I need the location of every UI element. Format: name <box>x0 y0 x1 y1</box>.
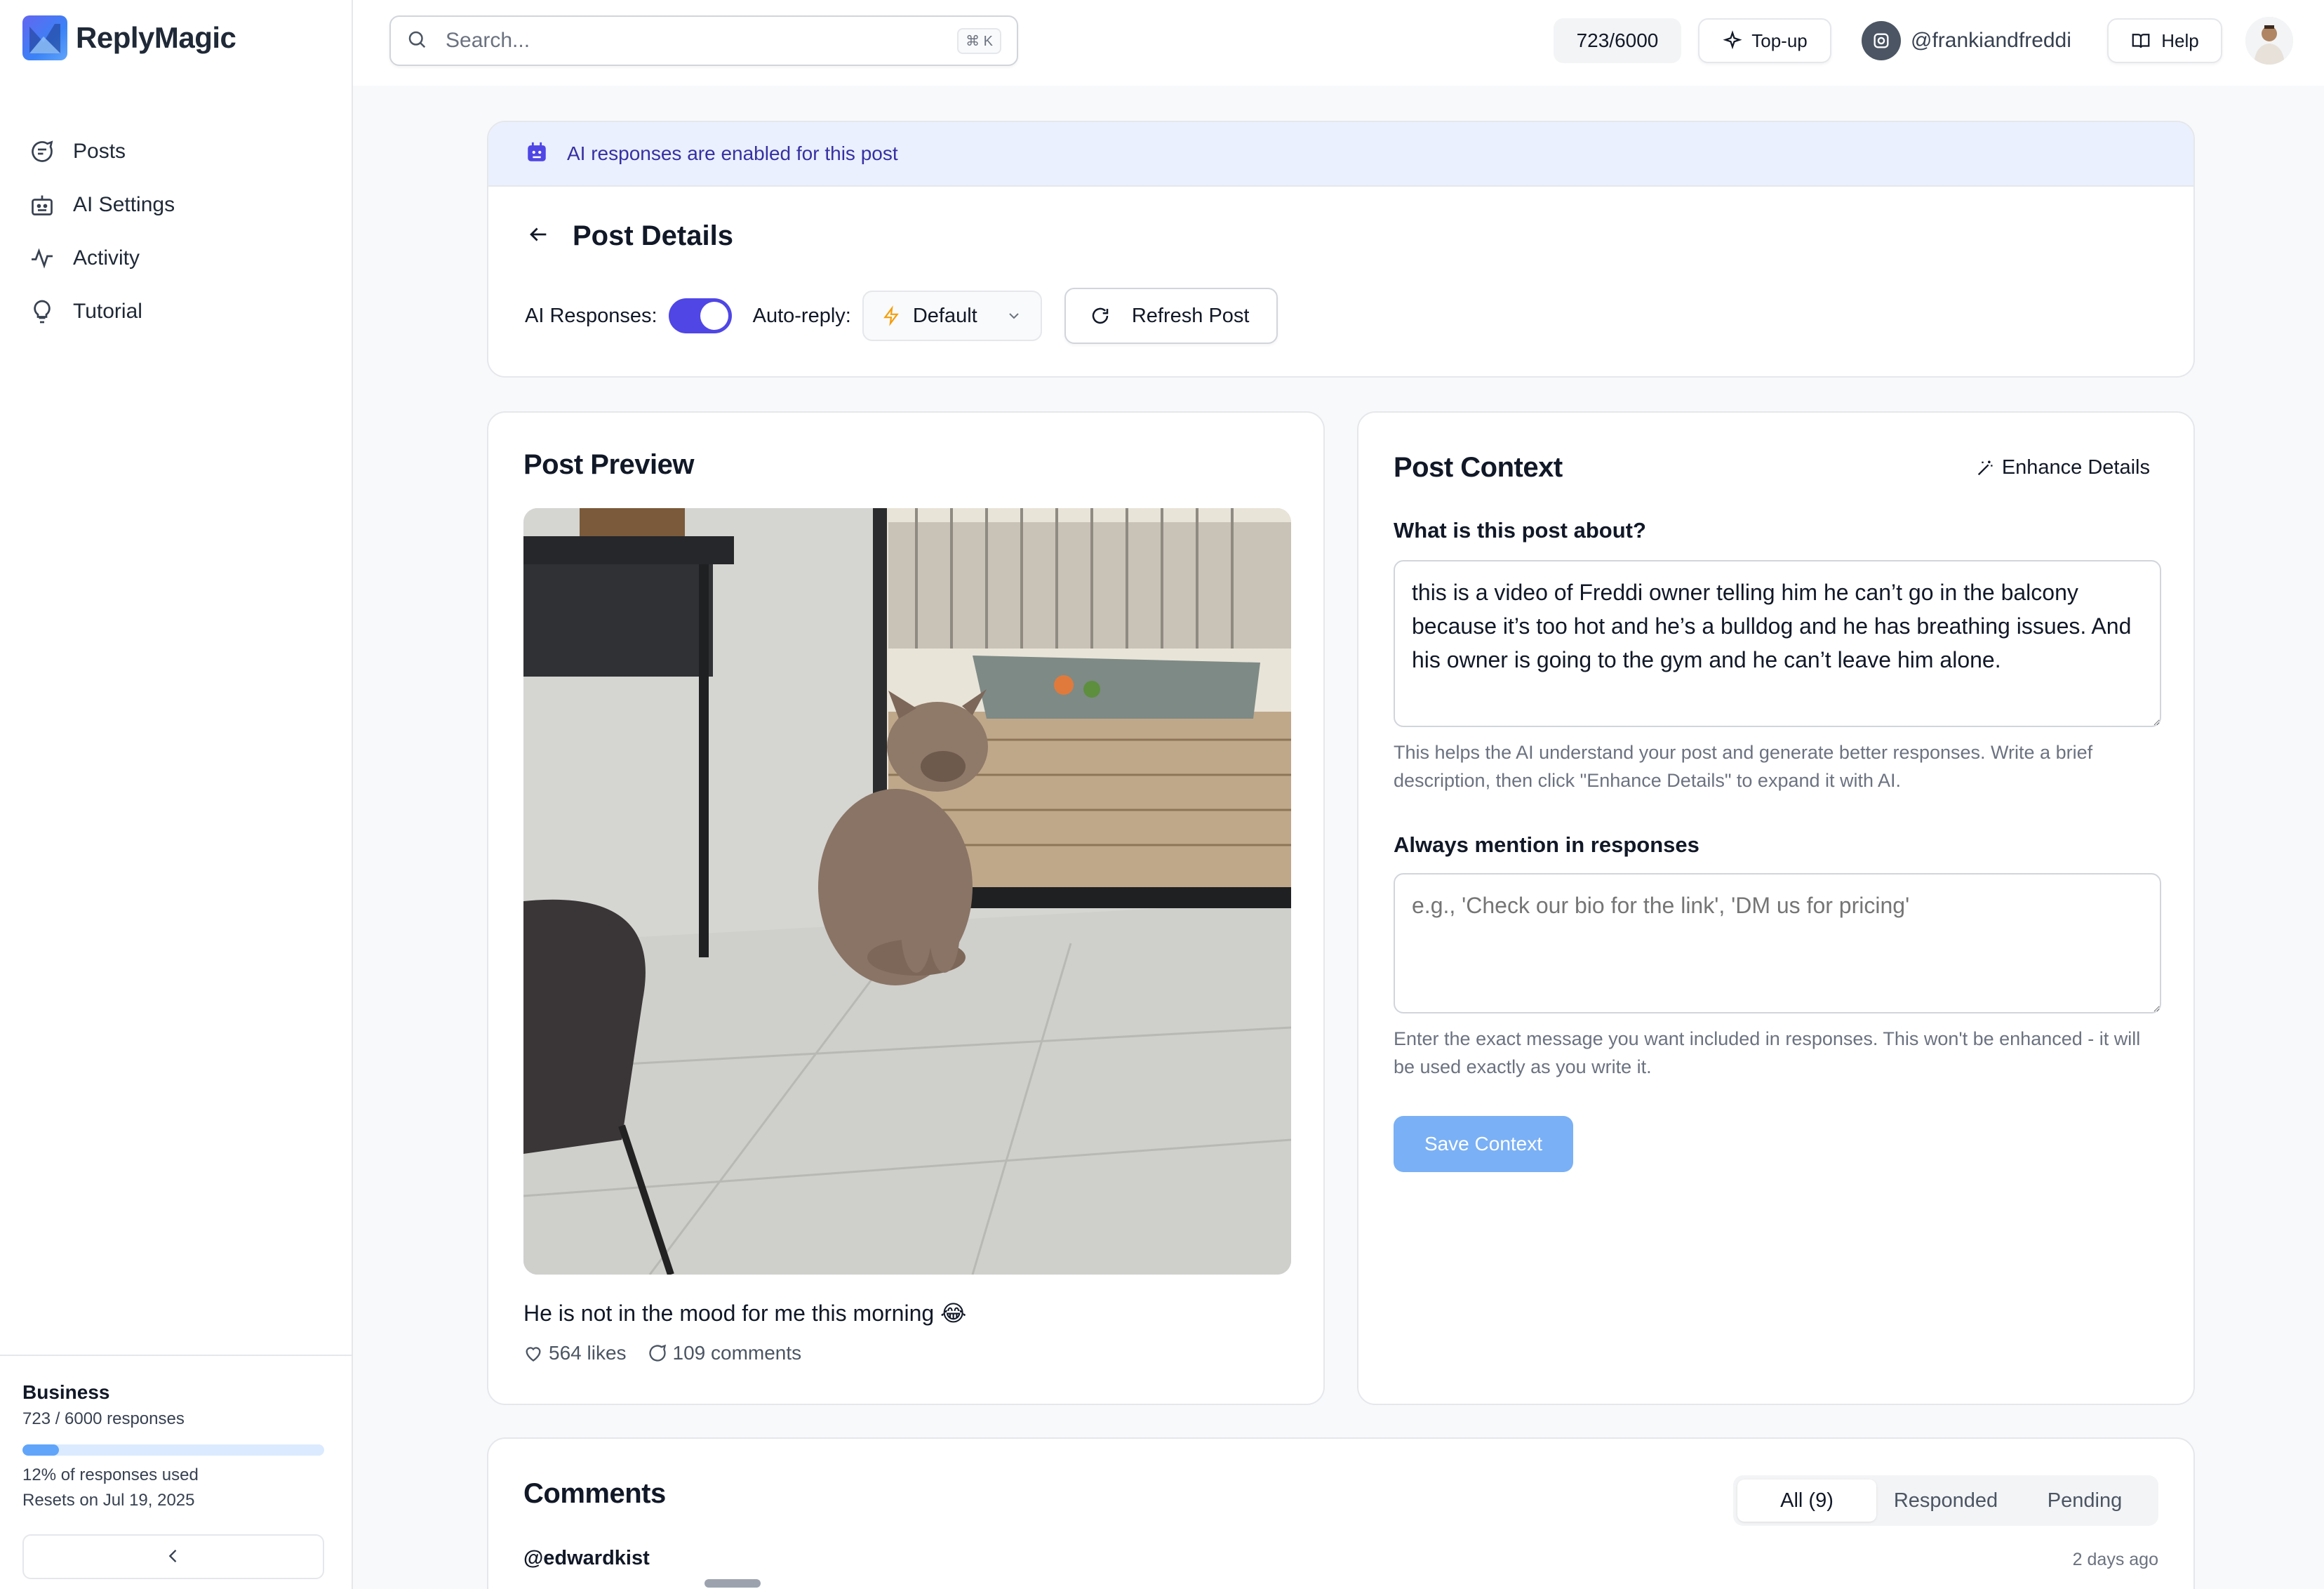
lightbulb-icon <box>28 298 56 326</box>
post-stats: 564 likes 109 comments <box>523 1342 801 1364</box>
sidebar-item-tutorial[interactable]: Tutorial <box>28 285 175 338</box>
about-label: What is this post about? <box>1394 518 1646 543</box>
post-context-title: Post Context <box>1394 452 1563 483</box>
usage-progress-bar <box>22 1444 324 1456</box>
collapse-sidebar-button[interactable] <box>22 1534 324 1579</box>
help-book-icon <box>2130 30 2151 51</box>
title-row: Post Details <box>526 220 733 252</box>
chevron-left-icon <box>163 1546 183 1568</box>
credits-counter: 723/6000 <box>1554 18 1681 63</box>
ai-responses-label: AI Responses: <box>525 304 657 327</box>
refresh-icon <box>1090 305 1111 326</box>
chevron-down-icon <box>1006 307 1022 324</box>
post-controls: AI Responses: Auto-reply: Default Refres… <box>525 288 1278 344</box>
replymagic-logo-icon <box>22 15 67 60</box>
search-icon <box>406 29 427 53</box>
search-box[interactable]: ⌘ K <box>389 15 1018 66</box>
sidebar-item-ai-settings[interactable]: AI Settings <box>28 178 175 232</box>
comments-title: Comments <box>523 1478 666 1509</box>
tab-pending[interactable]: Pending <box>2015 1480 2154 1522</box>
post-preview-card: Post Preview He is not in the mood for m… <box>487 411 1325 1405</box>
bot-icon <box>525 140 549 168</box>
auto-reply-value: Default <box>912 304 977 327</box>
account-handle: @frankiandfreddi <box>1911 29 2071 52</box>
ai-enabled-banner: AI responses are enabled for this post <box>488 122 2193 187</box>
comment-author[interactable]: @edwardkist <box>523 1547 650 1570</box>
comment-bubble-icon <box>648 1343 667 1363</box>
comments-count: 109 comments <box>672 1342 802 1364</box>
tab-responded[interactable]: Responded <box>1876 1480 2015 1522</box>
help-button[interactable]: Help <box>2107 18 2222 63</box>
enhance-details-button[interactable]: Enhance Details <box>1975 456 2150 479</box>
usage-percent-text: 12% of responses used <box>22 1465 199 1484</box>
message-circle-icon <box>28 138 56 166</box>
sidebar-item-label: Tutorial <box>73 300 142 323</box>
search-shortcut-hint: ⌘ K <box>957 27 1001 54</box>
post-context-card: Post Context Enhance Details What is thi… <box>1357 411 2195 1405</box>
save-context-button[interactable]: Save Context <box>1394 1116 1573 1172</box>
post-caption: He is not in the mood for me this mornin… <box>523 1301 967 1326</box>
activity-icon <box>28 244 56 272</box>
post-media-image[interactable] <box>523 508 1291 1275</box>
sidebar-nav: Posts AI Settings Activity Tutorial <box>28 125 175 338</box>
comments-card: Comments All (9) Responded Pending @edwa… <box>487 1437 2195 1589</box>
auto-reply-select[interactable]: Default <box>862 291 1042 341</box>
refresh-post-button[interactable]: Refresh Post <box>1064 288 1278 344</box>
account-switcher[interactable]: @frankiandfreddi <box>1862 18 2071 63</box>
about-hint: This helps the AI understand your post a… <box>1394 742 2093 791</box>
sidebar-item-label: Posts <box>73 140 126 163</box>
always-mention-textarea[interactable] <box>1394 873 2161 1013</box>
sparkle-icon <box>1722 30 1743 51</box>
usage-progress-fill <box>22 1444 59 1456</box>
scroll-handle[interactable] <box>704 1579 761 1588</box>
sidebar-item-label: AI Settings <box>73 193 175 216</box>
app-logo[interactable]: ReplyMagic <box>22 15 236 60</box>
ai-responses-toggle[interactable] <box>668 298 732 333</box>
heart-icon <box>523 1343 543 1363</box>
sidebar-item-activity[interactable]: Activity <box>28 232 175 285</box>
post-details-header: AI responses are enabled for this post P… <box>487 121 2195 378</box>
refresh-label: Refresh Post <box>1131 304 1250 327</box>
reset-date-text: Resets on Jul 19, 2025 <box>22 1491 195 1510</box>
comments-filter-tabs: All (9) Responded Pending <box>1733 1475 2158 1526</box>
mention-hint: Enter the exact message you want include… <box>1394 1028 2141 1077</box>
sidebar-item-posts[interactable]: Posts <box>28 125 175 178</box>
search-input[interactable] <box>446 29 958 53</box>
plan-name: Business <box>22 1381 110 1403</box>
magic-wand-icon <box>1975 458 1995 478</box>
comment-timestamp: 2 days ago <box>2072 1550 2158 1569</box>
tab-all[interactable]: All (9) <box>1737 1480 1876 1522</box>
mention-label: Always mention in responses <box>1394 832 1699 857</box>
page-title: Post Details <box>573 220 733 251</box>
app-name: ReplyMagic <box>76 21 236 54</box>
banner-text: AI responses are enabled for this post <box>567 142 898 164</box>
topup-label: Top-up <box>1751 29 1808 51</box>
sidebar: ReplyMagic Posts AI Settings Activity Tu… <box>0 0 353 1589</box>
sidebar-item-label: Activity <box>73 246 140 270</box>
back-arrow-icon[interactable] <box>526 222 550 250</box>
likes-count: 564 likes <box>549 1342 627 1364</box>
enhance-details-label: Enhance Details <box>2001 456 2150 479</box>
help-label: Help <box>2161 29 2199 51</box>
post-about-textarea[interactable]: this is a video of Freddi owner telling … <box>1394 560 2161 727</box>
user-avatar[interactable] <box>2245 17 2293 65</box>
post-preview-title: Post Preview <box>523 449 695 480</box>
top-bar: ⌘ K 723/6000 Top-up @frankiandfreddi Hel… <box>353 0 2324 86</box>
topup-button[interactable]: Top-up <box>1698 18 1831 63</box>
bot-icon <box>28 191 56 219</box>
instagram-icon <box>1862 21 1901 60</box>
auto-reply-label: Auto-reply: <box>752 304 851 327</box>
lightning-icon <box>882 305 900 326</box>
plan-count: 723 / 6000 responses <box>22 1409 185 1428</box>
